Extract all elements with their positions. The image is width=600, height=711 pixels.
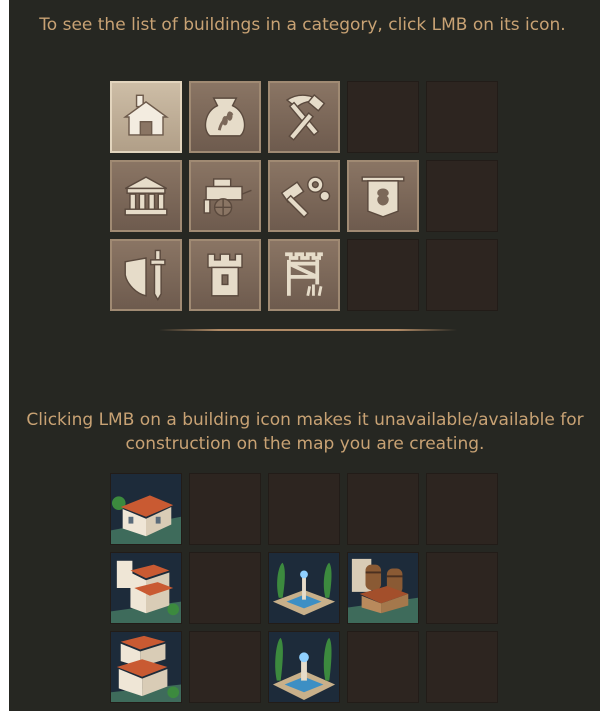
fountain-garden-icon (269, 553, 339, 623)
scaffold-icon (285, 252, 323, 297)
section-divider (159, 329, 457, 331)
empty-category-slot (347, 239, 419, 311)
empty-building-slot (426, 552, 498, 624)
plaza-fountain-icon (269, 632, 339, 702)
building-instruction-line-2: construction on the map you are creating… (125, 434, 485, 454)
category-tile-housing[interactable] (110, 81, 182, 153)
empty-building-slot (347, 631, 419, 703)
shield-sword-icon (124, 249, 166, 301)
building-instruction-line-1: Clicking LMB on a building icon makes it… (26, 410, 584, 430)
empty-building-slot (268, 473, 340, 545)
category-tile-decorations[interactable] (347, 160, 419, 232)
building-tile-manor-complex[interactable] (110, 631, 182, 703)
cart-icon (203, 178, 252, 217)
building-tile-large-villa[interactable] (110, 552, 182, 624)
barrel-warehouse-icon (348, 553, 418, 623)
banner-icon (361, 176, 405, 218)
villa-icon (111, 474, 181, 544)
tower-icon (207, 253, 243, 297)
manor-complex-icon (111, 632, 181, 702)
building-tile-fountain-garden[interactable] (268, 552, 340, 624)
empty-building-slot (426, 631, 498, 703)
empty-category-slot (426, 81, 498, 153)
empty-category-slot (347, 81, 419, 153)
grain-sack-icon (204, 97, 246, 137)
empty-category-slot (426, 239, 498, 311)
public-building-icon (124, 176, 168, 216)
pickaxe-hammer-icon (285, 93, 326, 141)
empty-category-slot (426, 160, 498, 232)
large-villa-icon (111, 553, 181, 623)
empty-building-slot (347, 473, 419, 545)
category-tile-public[interactable] (110, 160, 182, 232)
category-tile-industry[interactable] (268, 160, 340, 232)
category-tile-construction[interactable] (268, 239, 340, 311)
category-tile-resources[interactable] (268, 81, 340, 153)
empty-building-slot (189, 631, 261, 703)
building-instruction-text: Clicking LMB on a building icon makes it… (9, 408, 600, 456)
empty-building-slot (426, 473, 498, 545)
building-tile-villa[interactable] (110, 473, 182, 545)
empty-building-slot (189, 473, 261, 545)
building-tile-barrel-warehouse[interactable] (347, 552, 419, 624)
category-tile-military[interactable] (110, 239, 182, 311)
house-icon (123, 94, 169, 136)
category-tile-food[interactable] (189, 81, 261, 153)
category-tile-trade[interactable] (189, 160, 261, 232)
building-editor-panel: To see the list of buildings in a catego… (9, 0, 600, 711)
building-tile-plaza-fountain[interactable] (268, 631, 340, 703)
category-tile-defense[interactable] (189, 239, 261, 311)
hammer-gears-icon (280, 176, 331, 219)
category-instruction-text: To see the list of buildings in a catego… (39, 15, 566, 35)
empty-building-slot (189, 552, 261, 624)
